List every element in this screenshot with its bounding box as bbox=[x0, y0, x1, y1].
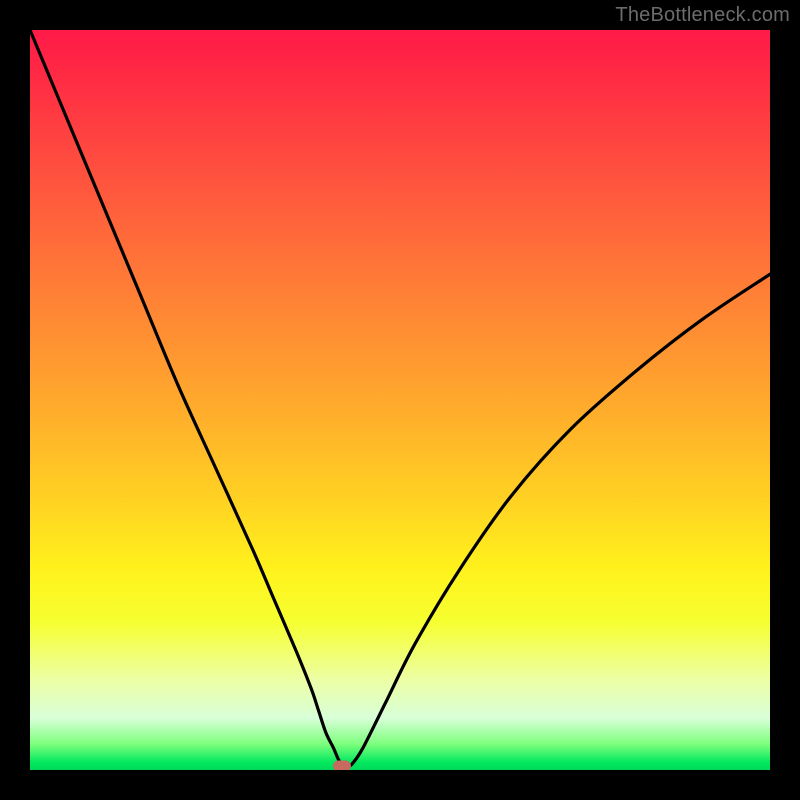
chart-frame: TheBottleneck.com bbox=[0, 0, 800, 800]
bottleneck-curve bbox=[30, 30, 770, 770]
attribution-text: TheBottleneck.com bbox=[615, 4, 790, 27]
plot-area bbox=[30, 30, 770, 770]
minimum-marker bbox=[333, 760, 351, 770]
